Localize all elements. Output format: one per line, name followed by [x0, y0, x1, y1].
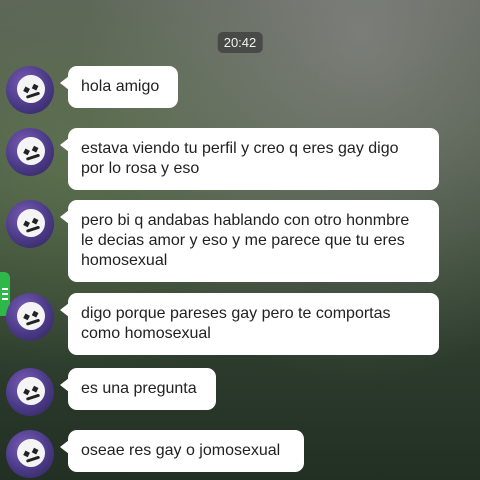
avatar[interactable]: [6, 128, 54, 176]
avatar[interactable]: [6, 368, 54, 416]
message-bubble[interactable]: hola amigo: [60, 66, 178, 108]
menu-lines-icon: [2, 288, 8, 290]
avatar[interactable]: [6, 293, 54, 341]
chat-timestamp: 20:42: [217, 32, 263, 53]
message-bubble[interactable]: es una pregunta: [60, 368, 216, 410]
message-bubble[interactable]: pero bi q andabas hablando con otro honm…: [60, 200, 439, 282]
message-bubble[interactable]: digo porque pareses gay pero te comporta…: [60, 293, 439, 355]
message-bubble[interactable]: estava viendo tu perfil y creo q eres ga…: [60, 128, 439, 190]
avatar[interactable]: [6, 66, 54, 114]
avatar[interactable]: [6, 430, 54, 478]
avatar[interactable]: [6, 200, 54, 248]
message-bubble[interactable]: oseae res gay o jomosexual: [60, 430, 304, 472]
